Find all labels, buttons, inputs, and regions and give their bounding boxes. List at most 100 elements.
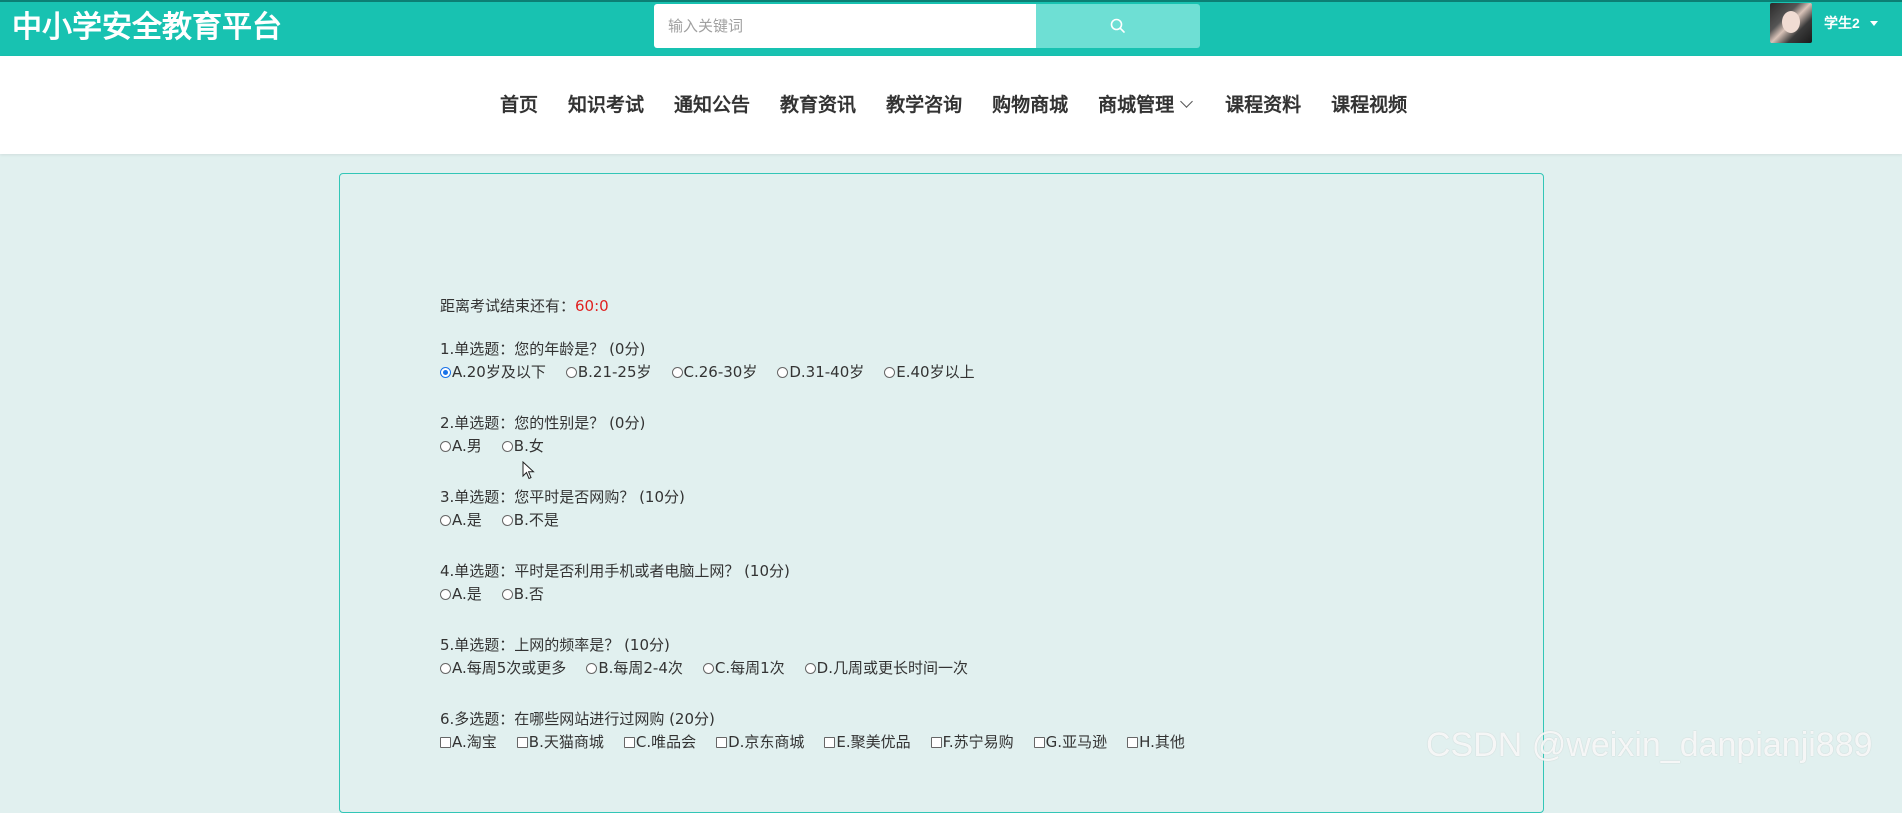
radio-button[interactable] [501, 588, 513, 600]
checkbox[interactable] [623, 736, 635, 748]
checkbox-option[interactable]: F.苏宁易购 [930, 730, 1014, 754]
radio-button[interactable] [440, 588, 451, 600]
radio-button[interactable] [440, 366, 451, 378]
option-group: A.20岁及以下 B.21-25岁 C.26-30岁 D.31-40岁 E.40岁以上 [440, 360, 1205, 384]
nav-item-4[interactable]: 教学咨询 [886, 90, 962, 117]
mouse-cursor-icon [522, 461, 535, 480]
radio-button[interactable] [671, 366, 683, 378]
checkbox[interactable] [824, 736, 836, 748]
option-group: A.淘宝 B.天猫商城 C.唯品会 D.京东商城 E.聚美优品 F.苏宁易购 G.亚马逊 H.… [440, 730, 1205, 754]
checkbox-option[interactable]: A.淘宝 [440, 730, 497, 754]
top-header: 中小学安全教育平台 学生2 [0, 0, 1902, 56]
nav-item-1[interactable]: 知识考试 [568, 90, 644, 117]
search-button[interactable] [1036, 4, 1200, 48]
option-label: G.亚马逊 [1045, 733, 1108, 751]
nav-item-3[interactable]: 教育资讯 [780, 90, 856, 117]
checkbox-option[interactable]: B.天猫商城 [516, 730, 604, 754]
radio-button[interactable] [501, 440, 513, 452]
nav-item-7[interactable]: 课程资料 [1225, 90, 1301, 117]
option-label: B.不是 [513, 511, 559, 529]
question-3: 3.单选题：您平时是否网购？ (10分) A.是 B.不是 [440, 486, 1205, 532]
radio-option[interactable]: A.20岁及以下 [440, 360, 546, 384]
radio-button[interactable] [777, 366, 789, 378]
watermark: CSDN @weixin_danpianji889 [1426, 726, 1873, 764]
question-6: 6.多选题：在哪些网站进行过网购 (20分) A.淘宝 B.天猫商城 C.唯品会 D.京… [440, 708, 1205, 754]
nav-item-2[interactable]: 通知公告 [674, 90, 750, 117]
nav-item-label: 通知公告 [674, 94, 751, 116]
radio-option[interactable]: B.每周2-4次 [586, 656, 683, 680]
radio-option[interactable]: C.每周1次 [702, 656, 785, 680]
checkbox-option[interactable]: D.京东商城 [716, 730, 804, 754]
nav-item-label: 购物商城 [992, 94, 1069, 116]
radio-option[interactable]: A.男 [440, 434, 482, 458]
checkbox-option[interactable]: G.亚马逊 [1033, 730, 1108, 754]
username[interactable]: 学生2 [1824, 13, 1860, 33]
option-group: A.每周5次或更多 B.每周2-4次 C.每周1次 D.几周或更长时间一次 [440, 656, 1205, 680]
option-label: C.26-30岁 [683, 363, 758, 381]
option-label: A.是 [452, 511, 482, 529]
radio-option[interactable]: E.40岁以上 [884, 360, 975, 384]
checkbox[interactable] [930, 736, 942, 748]
radio-option[interactable]: B.否 [501, 582, 544, 606]
nav-item-0[interactable]: 首页 [500, 90, 538, 117]
checkbox[interactable] [516, 736, 528, 748]
radio-option[interactable]: B.不是 [501, 508, 559, 532]
option-label: B.每周2-4次 [598, 659, 683, 677]
search-icon [1110, 18, 1125, 33]
checkbox[interactable] [1127, 736, 1139, 748]
radio-option[interactable]: D.几周或更长时间一次 [804, 656, 968, 680]
checkbox[interactable] [716, 736, 728, 748]
search-input[interactable] [654, 4, 1036, 48]
option-label: C.唯品会 [635, 733, 697, 751]
question-title: 5.单选题：上网的频率是？ (10分) [440, 636, 670, 654]
option-group: A.男 B.女 [440, 434, 1205, 458]
radio-button[interactable] [565, 366, 577, 378]
radio-button[interactable] [440, 440, 451, 452]
radio-button[interactable] [884, 366, 896, 378]
avatar[interactable] [1770, 3, 1812, 43]
radio-option[interactable]: D.31-40岁 [777, 360, 864, 384]
question-5: 5.单选题：上网的频率是？ (10分) A.每周5次或更多 B.每周2-4次 C.每周… [440, 634, 1205, 680]
option-label: B.天猫商城 [528, 733, 604, 751]
radio-button[interactable] [702, 662, 714, 674]
radio-option[interactable]: C.26-30岁 [671, 360, 758, 384]
option-label: E.40岁以上 [896, 363, 975, 381]
option-label: A.淘宝 [452, 733, 497, 751]
nav-item-6[interactable]: 商城管理 [1098, 90, 1193, 117]
checkbox-option[interactable]: H.其他 [1127, 730, 1185, 754]
user-menu[interactable]: 学生2 [1770, 2, 1878, 44]
checkbox[interactable] [440, 736, 451, 748]
radio-option[interactable]: A.每周5次或更多 [440, 656, 566, 680]
chevron-down-icon[interactable] [1869, 20, 1878, 26]
question-4: 4.单选题：平时是否利用手机或者电脑上网？ (10分) A.是 B.否 [440, 560, 1205, 606]
countdown-label: 距离考试结束还有： [440, 297, 576, 315]
radio-option[interactable]: A.是 [440, 582, 482, 606]
radio-button[interactable] [804, 662, 816, 674]
question-title: 4.单选题：平时是否利用手机或者电脑上网？ (10分) [440, 562, 790, 580]
exam-panel: 距离考试结束还有：60:0 1.单选题：您的年龄是？ (0分) A.20岁及以下 B… [339, 173, 1544, 813]
option-label: C.每周1次 [714, 659, 785, 677]
question-title: 1.单选题：您的年龄是？ (0分) [440, 340, 646, 358]
radio-option[interactable]: A.是 [440, 508, 482, 532]
option-label: H.其他 [1139, 733, 1185, 751]
countdown: 距离考试结束还有：60:0 [440, 294, 1205, 318]
nav-item-label: 商城管理 [1098, 94, 1175, 116]
nav-item-5[interactable]: 购物商城 [992, 90, 1068, 117]
chevron-down-icon [1180, 94, 1193, 108]
radio-option[interactable]: B.女 [501, 434, 544, 458]
radio-button[interactable] [440, 662, 451, 674]
checkbox-option[interactable]: C.唯品会 [623, 730, 697, 754]
option-label: F.苏宁易购 [942, 733, 1014, 751]
nav-item-8[interactable]: 课程视频 [1331, 90, 1407, 117]
radio-button[interactable] [501, 514, 513, 526]
option-label: A.男 [452, 437, 482, 455]
nav-item-label: 知识考试 [568, 94, 645, 116]
main-nav: 首页 知识考试 通知公告 教育资讯 教学咨询 购物商城 商城管理 课程资料 课程视频 [0, 56, 1902, 154]
radio-option[interactable]: B.21-25岁 [565, 360, 652, 384]
checkbox-option[interactable]: E.聚美优品 [824, 730, 911, 754]
radio-button[interactable] [586, 662, 598, 674]
question-1: 1.单选题：您的年龄是？ (0分) A.20岁及以下 B.21-25岁 C.26-30… [440, 338, 1205, 384]
nav-item-label: 教学咨询 [886, 94, 963, 116]
radio-button[interactable] [440, 514, 451, 526]
checkbox[interactable] [1033, 736, 1045, 748]
